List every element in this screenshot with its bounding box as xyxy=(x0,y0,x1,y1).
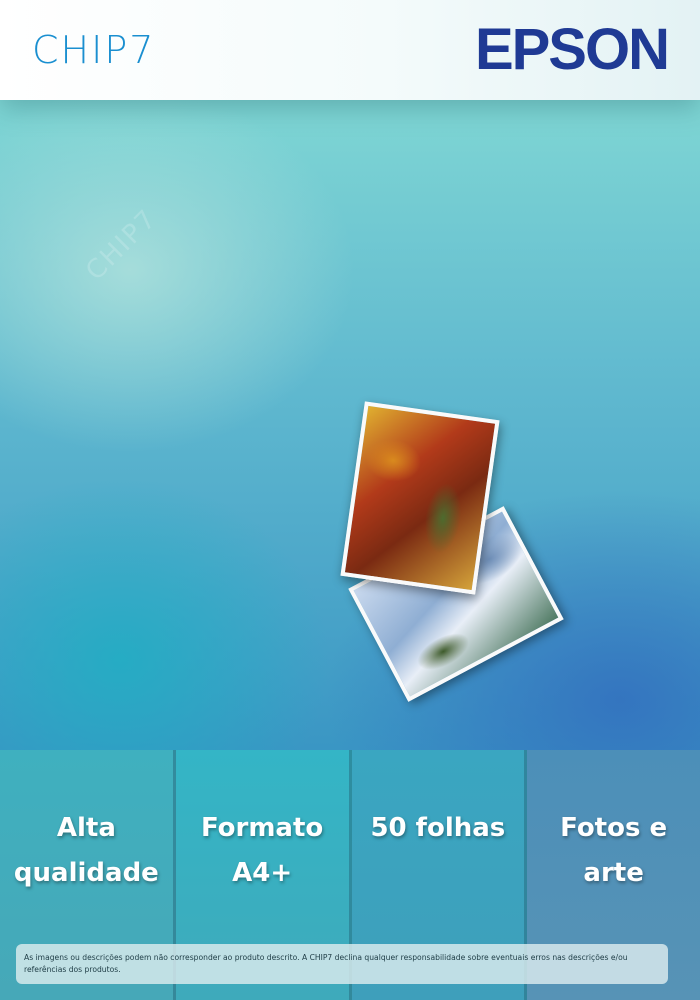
painting-photo-print xyxy=(340,401,500,595)
feature-line: 50 folhas xyxy=(370,813,506,843)
product-hero: CHIP7 xyxy=(0,100,700,750)
feature-line: Formato xyxy=(200,813,324,843)
feature-line: A4+ xyxy=(232,858,293,888)
epson-logo: EPSON xyxy=(474,17,670,82)
feature-line: Alta xyxy=(56,813,116,843)
watermark: CHIP7 xyxy=(80,203,164,287)
header-bar: CHIP7 EPSON xyxy=(0,0,700,100)
feature-label: Alta qualidade xyxy=(0,806,173,896)
feature-line: arte xyxy=(583,858,644,888)
feature-label: Fotos e arte xyxy=(527,806,700,896)
disclaimer-text: As imagens ou descrições podem não corre… xyxy=(16,944,668,984)
feature-label: Formato A4+ xyxy=(176,806,349,896)
feature-label: 50 folhas xyxy=(352,806,525,851)
chip7-logo[interactable]: CHIP7 xyxy=(32,30,155,70)
feature-line: Fotos e xyxy=(560,813,668,843)
feature-line: qualidade xyxy=(13,858,159,888)
